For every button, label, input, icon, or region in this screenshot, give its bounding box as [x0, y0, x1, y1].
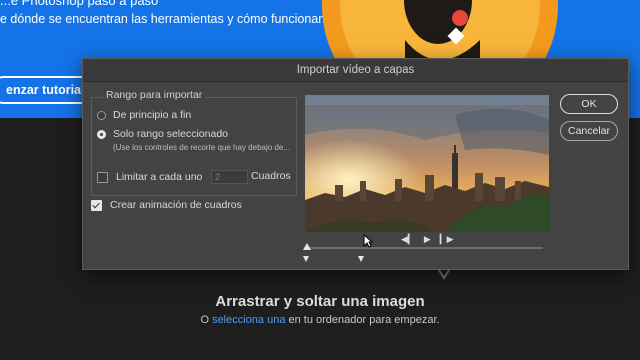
- limit-frames-checkbox[interactable]: Limitar a cada uno: [97, 171, 202, 183]
- radio-icon[interactable]: [97, 129, 106, 139]
- ok-button[interactable]: OK: [560, 94, 618, 114]
- drop-zone-subtitle: O selecciona una en tu ordenador para em…: [0, 314, 640, 326]
- play-icon[interactable]: ▶: [424, 234, 431, 245]
- select-image-link[interactable]: selecciona una: [212, 314, 285, 326]
- next-frame-icon[interactable]: ▎▶: [440, 234, 454, 245]
- radio-icon[interactable]: [97, 110, 106, 120]
- hero-subtitle: e dónde se encuentran las herramientas y…: [0, 12, 329, 26]
- timeline-track[interactable]: [305, 247, 543, 249]
- import-video-dialog: Importar vídeo a capas Rango para import…: [82, 58, 629, 270]
- limit-label: Limitar a cada uno: [116, 171, 203, 183]
- frame-animation-checkbox[interactable]: Crear animación de cuadros: [91, 199, 242, 211]
- dialog-title[interactable]: Importar vídeo a capas: [83, 59, 628, 82]
- option-all-label: De principio a fin: [113, 109, 192, 121]
- hero-title: ...e Photoshop paso a paso: [0, 0, 159, 8]
- drop-suffix: en tu ordenador para empezar.: [285, 314, 440, 326]
- cursor-icon: [363, 234, 373, 248]
- drop-prefix: O: [200, 314, 213, 326]
- playhead-handle[interactable]: [303, 243, 311, 250]
- cancel-button[interactable]: Cancelar: [560, 121, 618, 141]
- option-all-radio[interactable]: De principio a fin: [97, 109, 191, 121]
- option-selected-radio[interactable]: Solo rango seleccionado: [97, 128, 228, 140]
- trim-start-handle[interactable]: [303, 256, 309, 262]
- prev-frame-icon[interactable]: ◀▎: [401, 234, 415, 245]
- checkbox-icon[interactable]: [91, 199, 102, 211]
- trim-end-handle[interactable]: [358, 256, 364, 262]
- frame-animation-label: Crear animación de cuadros: [110, 199, 242, 211]
- playback-controls: ◀▎ ▶ ▎▶: [401, 234, 454, 245]
- video-preview: [305, 95, 549, 232]
- drop-zone-title: Arrastrar y soltar una imagen: [215, 293, 425, 310]
- range-legend: Rango para importar: [103, 89, 206, 101]
- checkbox-icon[interactable]: [97, 171, 108, 183]
- trim-hint: (Use los controles de recorte que hay de…: [113, 143, 289, 152]
- frames-input[interactable]: 2: [211, 170, 248, 184]
- frames-unit: Cuadros: [251, 170, 291, 182]
- option-selected-label: Solo rango seleccionado: [113, 128, 228, 140]
